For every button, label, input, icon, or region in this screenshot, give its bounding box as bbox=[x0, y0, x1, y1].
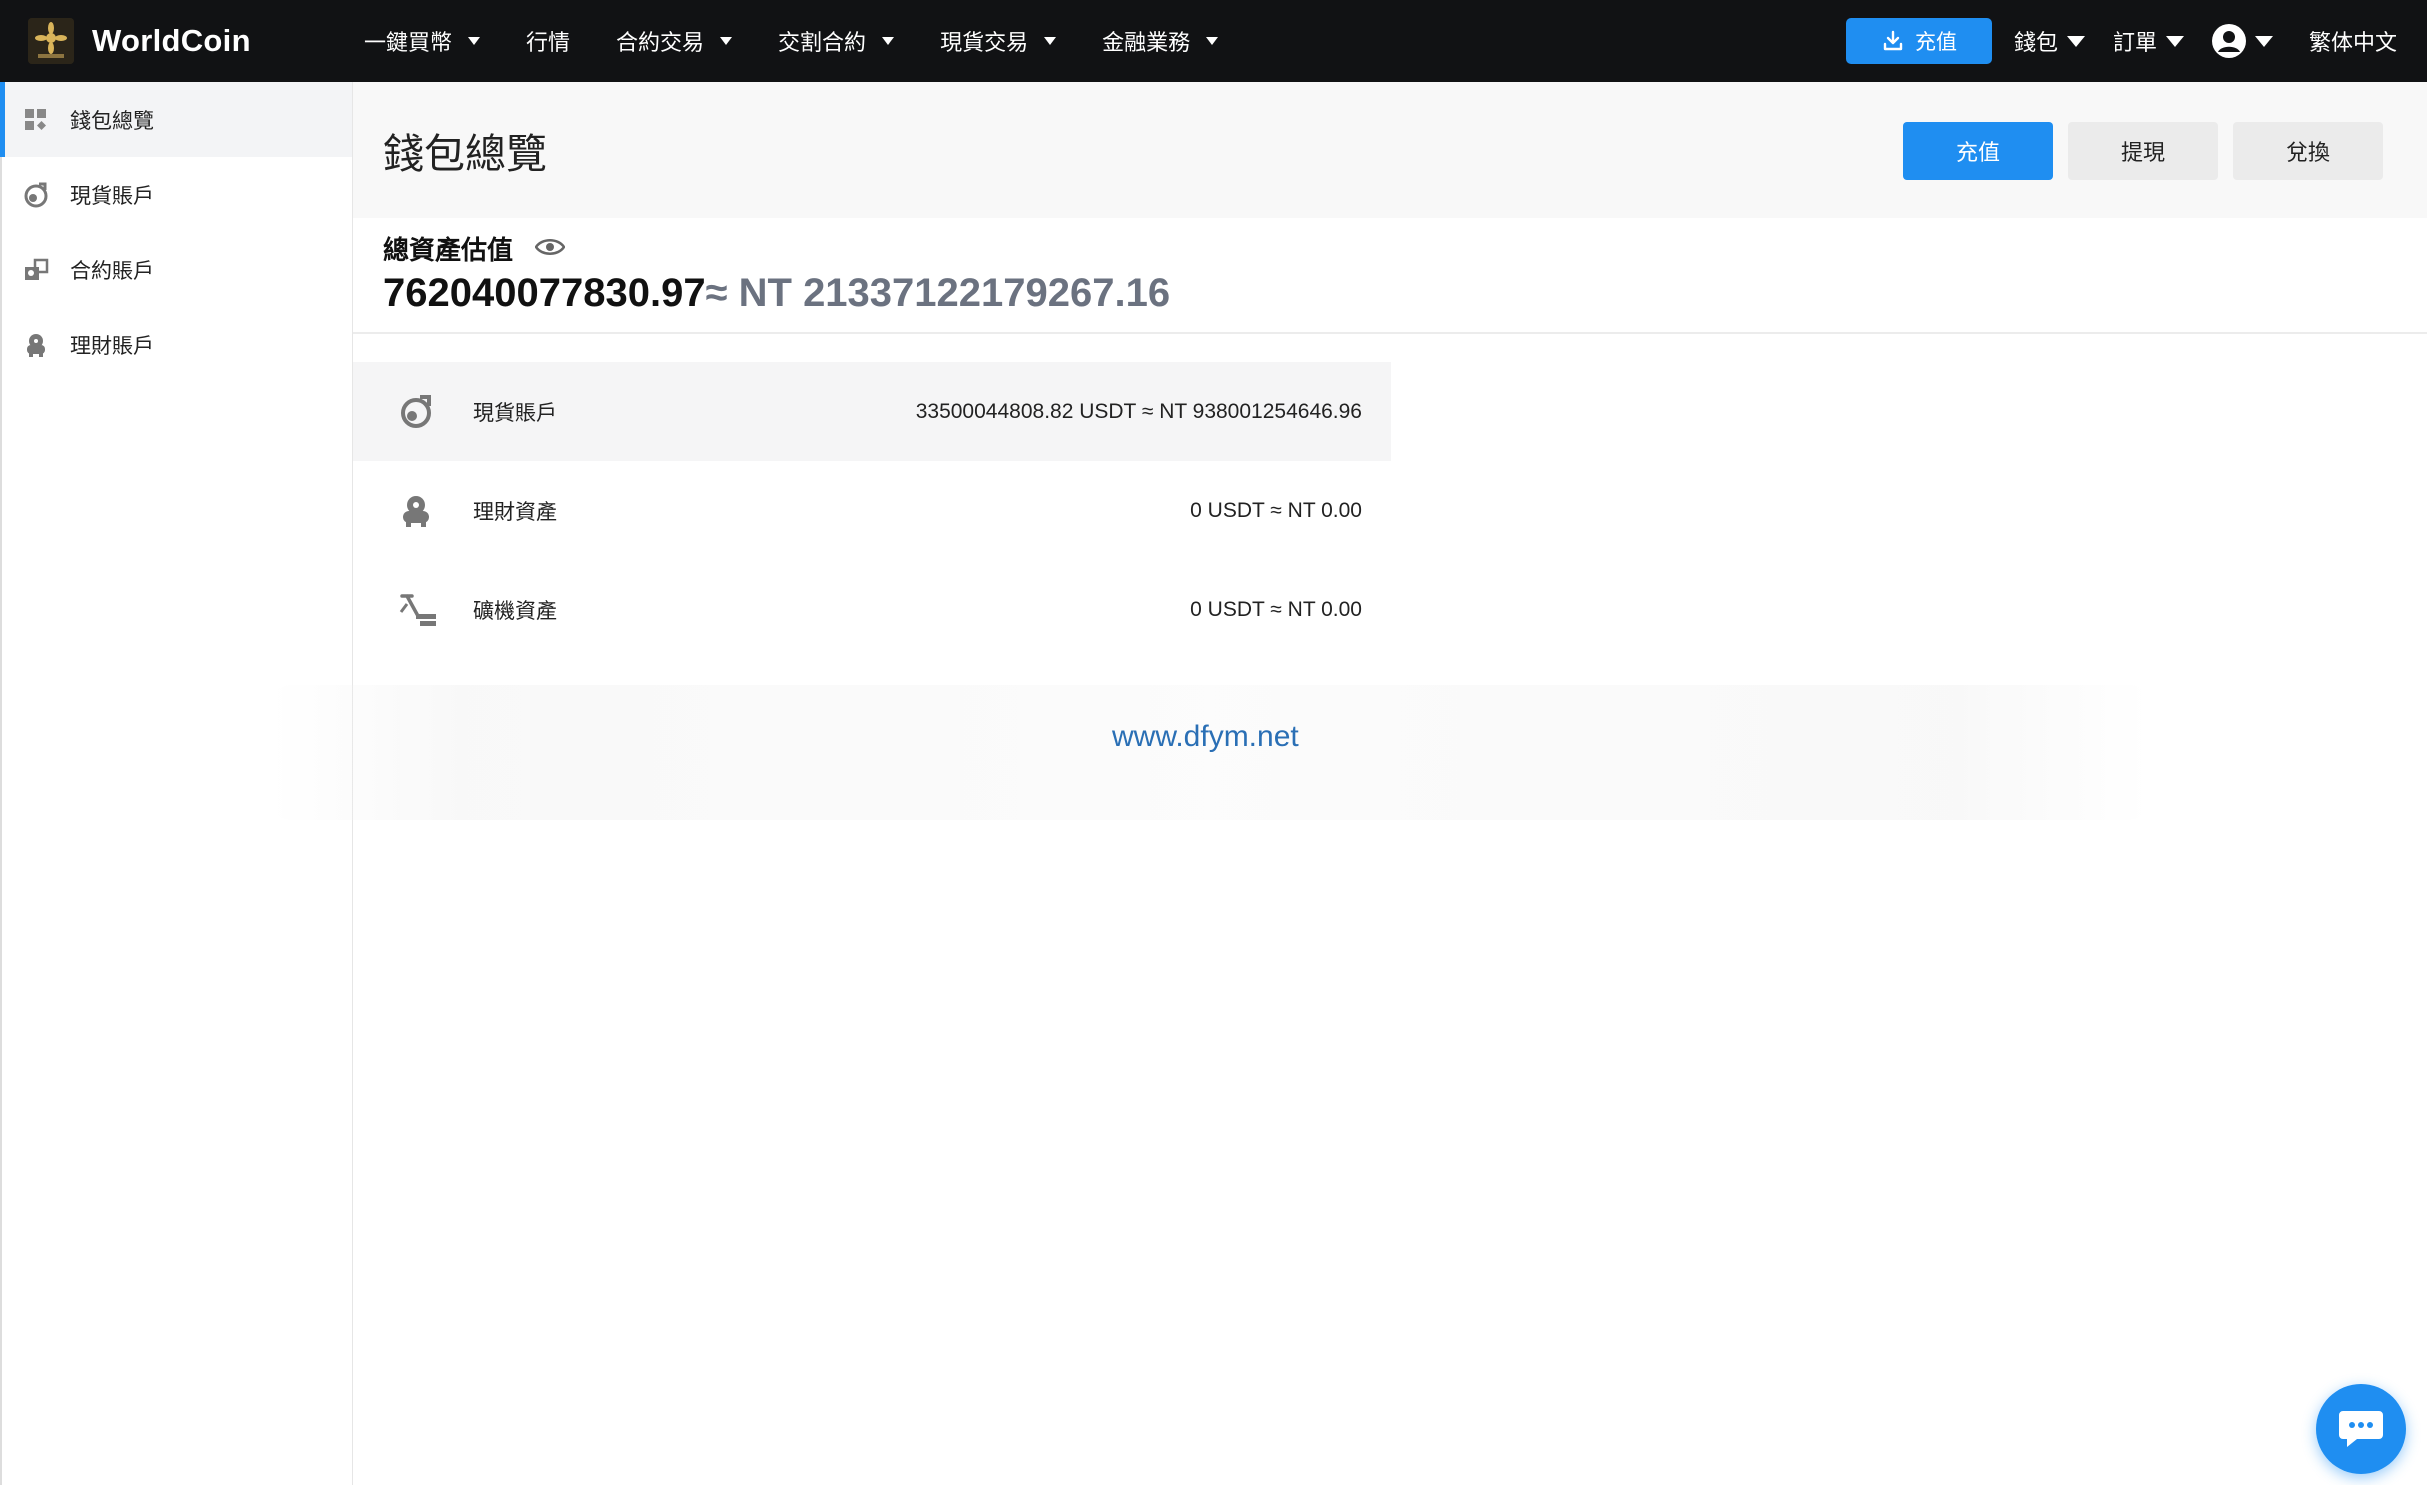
caret-down-icon bbox=[2254, 35, 2273, 47]
page-title: 錢包總覽 bbox=[383, 131, 547, 177]
caret-down-icon bbox=[720, 37, 733, 45]
nav-item-market[interactable]: 行情 bbox=[526, 25, 570, 57]
account-value: 0 USDT ≈ NT 0.00 bbox=[1190, 498, 1362, 522]
caret-down-icon bbox=[1206, 37, 1219, 45]
caret-down-icon bbox=[468, 37, 481, 45]
account-name: 現貨賬戶 bbox=[473, 401, 557, 425]
sidebar-item-wallet-overview[interactable]: 錢包總覽 bbox=[0, 82, 352, 157]
nav-item-label: 行情 bbox=[526, 30, 571, 55]
header-action-buttons: 充值 提現 兌換 bbox=[1888, 122, 2383, 180]
top-deposit-label: 充值 bbox=[1914, 31, 1957, 54]
deposit-button[interactable]: 充值 bbox=[1903, 122, 2053, 180]
total-usdt-value: 762040077830.97 bbox=[383, 271, 706, 315]
account-row-mining[interactable]: 礦機資產 0 USDT ≈ NT 0.00 bbox=[353, 560, 1391, 659]
brand-name: WorldCoin bbox=[92, 23, 251, 58]
spot-account-icon bbox=[22, 181, 50, 209]
wallet-menu-label: 錢包 bbox=[2013, 30, 2058, 55]
divider bbox=[353, 332, 2427, 334]
worldcoin-logo-icon bbox=[28, 18, 74, 64]
language-switcher[interactable]: 繁体中文 bbox=[2309, 25, 2397, 57]
nav-item-contract-trading[interactable]: 合約交易 bbox=[616, 25, 733, 57]
finance-asset-icon bbox=[398, 493, 434, 529]
account-list: 現貨賬戶 33500044808.82 USDT ≈ NT 9380012546… bbox=[353, 362, 1391, 659]
user-menu[interactable] bbox=[2211, 24, 2273, 58]
wallet-menu[interactable]: 錢包 bbox=[2014, 25, 2085, 57]
caret-down-icon bbox=[2066, 35, 2085, 47]
total-assets-value: 762040077830.97≈ NT 21337122179267.16 bbox=[383, 271, 1170, 316]
total-assets-label-row: 總資產估值 bbox=[383, 230, 1170, 267]
sidebar-item-label: 錢包總覽 bbox=[70, 109, 154, 133]
dashboard-grid-icon bbox=[22, 106, 50, 134]
sidebar-item-label: 現貨賬戶 bbox=[70, 184, 154, 208]
orders-menu-label: 訂單 bbox=[2112, 30, 2157, 55]
watermark-text: www.dfym.net bbox=[1112, 720, 1299, 753]
nav-item-one-click-buy[interactable]: 一鍵買幣 bbox=[364, 25, 481, 57]
total-nt-value: ≈ NT 21337122179267.16 bbox=[705, 271, 1171, 315]
total-assets-label: 總資產估值 bbox=[383, 235, 514, 265]
account-value: 0 USDT ≈ NT 0.00 bbox=[1190, 597, 1362, 621]
account-row-finance[interactable]: 理財資產 0 USDT ≈ NT 0.00 bbox=[353, 461, 1391, 560]
download-icon bbox=[1883, 30, 1903, 51]
account-name: 理財資產 bbox=[473, 500, 557, 524]
user-avatar-icon bbox=[2211, 24, 2246, 58]
account-name: 礦機資產 bbox=[473, 599, 557, 623]
sidebar-item-spot-account[interactable]: 現貨賬戶 bbox=[2, 157, 352, 232]
withdraw-button[interactable]: 提現 bbox=[2068, 122, 2218, 180]
nav-item-label: 金融業務 bbox=[1102, 30, 1191, 55]
nav-item-label: 合約交易 bbox=[616, 30, 705, 55]
account-row-spot[interactable]: 現貨賬戶 33500044808.82 USDT ≈ NT 9380012546… bbox=[353, 362, 1391, 461]
nav-item-finance[interactable]: 金融業務 bbox=[1102, 25, 1219, 57]
nav-item-label: 交割合約 bbox=[778, 30, 867, 55]
finance-account-icon bbox=[22, 331, 50, 359]
mining-machine-icon bbox=[398, 592, 436, 628]
caret-down-icon bbox=[1044, 37, 1057, 45]
chat-bubble-icon bbox=[2339, 1411, 2383, 1447]
exchange-button[interactable]: 兌換 bbox=[2233, 122, 2383, 180]
nav-item-delivery-contract[interactable]: 交割合約 bbox=[778, 25, 895, 57]
caret-down-icon bbox=[2165, 35, 2184, 47]
contract-account-icon bbox=[22, 256, 50, 284]
top-deposit-button[interactable]: 充值 bbox=[1845, 18, 1992, 64]
main-nav: 一鍵買幣 行情 合約交易 交割合約 現貨交易 金融業務 bbox=[364, 0, 1264, 82]
app-root: WorldCoin 一鍵買幣 行情 合約交易 交割合約 現貨交易 金融業務 充值… bbox=[0, 0, 2427, 1485]
brand[interactable]: WorldCoin bbox=[28, 16, 251, 66]
nav-item-spot-trading[interactable]: 現貨交易 bbox=[940, 25, 1057, 57]
top-navbar: WorldCoin 一鍵買幣 行情 合約交易 交割合約 現貨交易 金融業務 充值… bbox=[0, 0, 2427, 82]
account-value: 33500044808.82 USDT ≈ NT 938001254646.96 bbox=[915, 399, 1362, 423]
sidebar-item-finance-account[interactable]: 理財賬戶 bbox=[2, 307, 352, 382]
top-right-actions: 充值 錢包 訂單 繁体中文 bbox=[1845, 0, 2427, 82]
total-assets: 總資產估值 762040077830.97≈ NT 21337122179267… bbox=[383, 230, 1170, 316]
orders-menu[interactable]: 訂單 bbox=[2113, 25, 2184, 57]
chat-support-button[interactable] bbox=[2316, 1384, 2406, 1474]
sidebar-item-label: 合約賬戶 bbox=[70, 259, 154, 283]
page-header: 錢包總覽 充值 提現 兌換 bbox=[353, 82, 2427, 218]
sidebar-item-label: 理財賬戶 bbox=[70, 334, 154, 358]
nav-item-label: 一鍵買幣 bbox=[364, 30, 453, 55]
spot-account-icon bbox=[398, 394, 434, 430]
nav-item-label: 現貨交易 bbox=[940, 30, 1029, 55]
eye-icon[interactable] bbox=[534, 233, 566, 264]
sidebar-item-contract-account[interactable]: 合約賬戶 bbox=[2, 232, 352, 307]
caret-down-icon bbox=[882, 37, 895, 45]
